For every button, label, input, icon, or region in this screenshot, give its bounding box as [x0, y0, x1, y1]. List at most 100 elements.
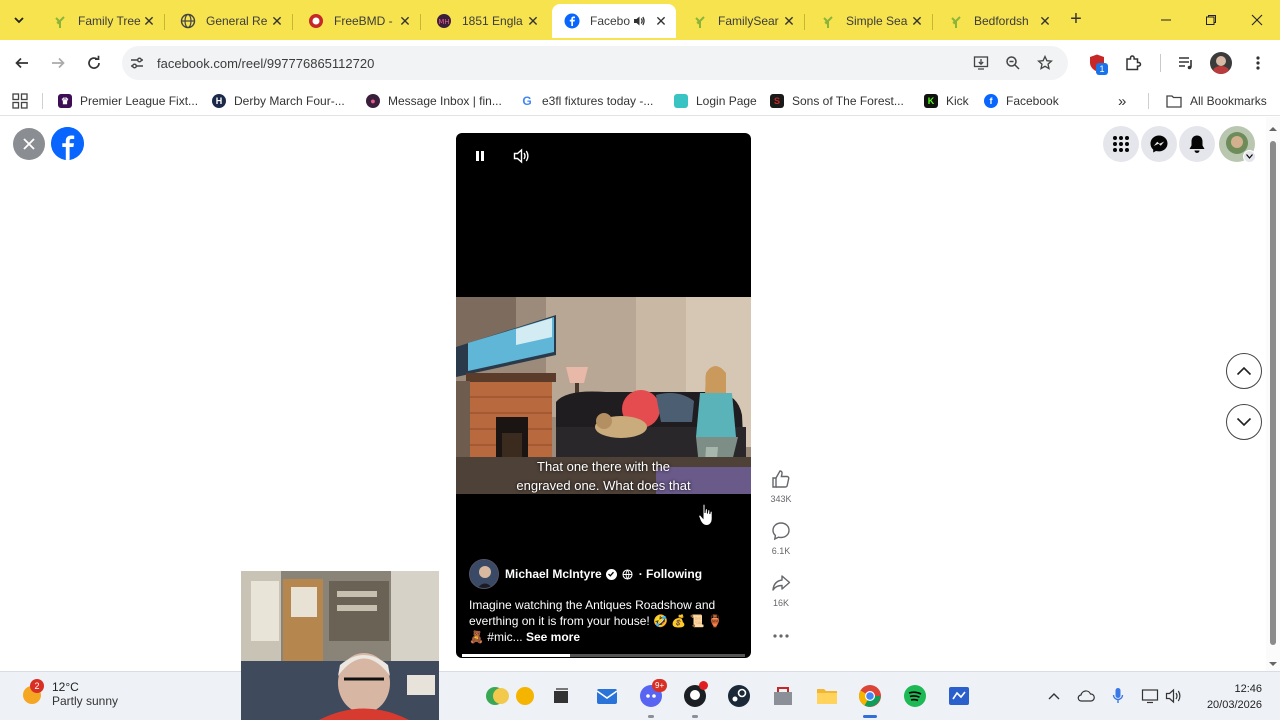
- tab-close-icon[interactable]: ✕: [526, 13, 540, 30]
- all-bookmarks-button[interactable]: All Bookmarks: [1166, 92, 1267, 110]
- messenger-button[interactable]: [1141, 126, 1177, 162]
- more-bookmarks-button[interactable]: »: [1118, 92, 1126, 110]
- following-status[interactable]: · Following: [639, 567, 702, 581]
- tab-close-icon[interactable]: ✕: [782, 13, 796, 30]
- taskbar-color-app[interactable]: [512, 683, 538, 709]
- close-reel-button[interactable]: [13, 128, 45, 160]
- taskbar-spotify[interactable]: [902, 683, 928, 709]
- scroll-thumb[interactable]: [1270, 141, 1276, 645]
- globe-privacy-icon: [622, 568, 633, 580]
- comment-count: 6.1K: [771, 546, 791, 556]
- share-action[interactable]: 16K: [766, 572, 796, 608]
- network-button[interactable]: [1140, 686, 1160, 706]
- microphone-button[interactable]: [1108, 686, 1128, 706]
- menu-button[interactable]: [1103, 126, 1139, 162]
- video-caption: That one there with the engraved one. Wh…: [456, 457, 751, 495]
- video-progress-bar[interactable]: [462, 654, 745, 657]
- more-options-action[interactable]: [766, 625, 796, 651]
- minimize-button[interactable]: [1156, 10, 1176, 30]
- audio-playing-icon[interactable]: [630, 14, 648, 28]
- taskbar-task-view[interactable]: [548, 683, 574, 709]
- reel-video-player[interactable]: That one there with the engraved one. Wh…: [456, 133, 751, 658]
- install-app-icon[interactable]: [972, 54, 990, 72]
- bookmark-e3fl-fixtures[interactable]: G e3fl fixtures today -...: [520, 92, 653, 110]
- tab-separator: [804, 14, 805, 30]
- tab-search-button[interactable]: [8, 9, 30, 31]
- bookmark-facebook[interactable]: f Facebook: [984, 92, 1059, 110]
- notifications-button[interactable]: [1179, 126, 1215, 162]
- scroll-up-icon: [1269, 127, 1277, 131]
- taskbar-github[interactable]: [682, 681, 708, 709]
- new-tab-button[interactable]: +: [1066, 9, 1086, 30]
- forward-button[interactable]: [47, 52, 69, 74]
- profile-button[interactable]: [1210, 52, 1232, 74]
- bookmark-premier-league[interactable]: ♛ Premier League Fixt...: [58, 92, 198, 110]
- weather-widget[interactable]: 2 12°C Partly sunny: [20, 679, 118, 708]
- zoom-icon[interactable]: [1004, 54, 1022, 72]
- extension-shield-button[interactable]: 1: [1086, 52, 1108, 75]
- taskbar-discord[interactable]: 9+: [638, 679, 668, 709]
- author-avatar[interactable]: [469, 559, 499, 589]
- tools-icon: [774, 687, 792, 705]
- tab-close-icon[interactable]: ✕: [142, 13, 156, 30]
- tab-general-register[interactable]: General Re ✕: [168, 6, 293, 36]
- reload-button[interactable]: [83, 52, 105, 74]
- tab-bedfordshire[interactable]: Bedfordsh ✕: [936, 6, 1060, 36]
- bookmark-star-icon[interactable]: [1036, 54, 1054, 72]
- see-more-link[interactable]: See more: [526, 630, 580, 644]
- tab-title: Family Tree: [78, 14, 141, 28]
- comment-action[interactable]: 6.1K: [766, 520, 796, 556]
- address-bar[interactable]: facebook.com/reel/997776865112720: [122, 46, 1068, 80]
- volume-button[interactable]: [1164, 686, 1184, 706]
- bookmark-derby-march[interactable]: H Derby March Four-...: [212, 92, 345, 110]
- media-control-button[interactable]: [1175, 52, 1197, 74]
- show-hidden-icons-button[interactable]: [1044, 686, 1064, 706]
- next-reel-button[interactable]: [1226, 404, 1262, 440]
- tab-close-icon[interactable]: ✕: [398, 13, 412, 30]
- system-clock[interactable]: 12:46 20/03/2026: [1200, 681, 1262, 713]
- taskbar-steam[interactable]: [726, 683, 752, 709]
- taskbar-word-app[interactable]: [946, 683, 972, 709]
- back-button[interactable]: [11, 52, 33, 74]
- bookmark-sons-of-the-forest[interactable]: S Sons of The Forest...: [770, 92, 904, 110]
- onedrive-button[interactable]: [1076, 686, 1096, 706]
- author-name[interactable]: Michael McIntyre: [505, 567, 602, 581]
- like-action[interactable]: 343K: [766, 468, 796, 504]
- taskbar-outlook[interactable]: [594, 683, 620, 709]
- account-avatar[interactable]: [1219, 126, 1256, 163]
- tab-close-icon[interactable]: ✕: [1038, 13, 1052, 30]
- tab-1851-england[interactable]: MH 1851 Engla ✕: [424, 6, 548, 36]
- taskbar-widgets-app[interactable]: [484, 683, 510, 709]
- all-bookmarks-label: All Bookmarks: [1190, 94, 1267, 108]
- tab-close-icon[interactable]: ✕: [270, 13, 284, 30]
- extensions-button[interactable]: [1122, 52, 1144, 74]
- facebook-logo[interactable]: [51, 127, 84, 160]
- page-scrollbar[interactable]: [1266, 117, 1280, 671]
- taskbar-calculator[interactable]: [770, 683, 796, 709]
- facebook-icon: f: [984, 94, 998, 108]
- chrome-menu-button[interactable]: [1247, 52, 1269, 74]
- tab-family-tree[interactable]: Family Tree ✕: [40, 6, 165, 36]
- like-count: 343K: [770, 494, 792, 504]
- previous-reel-button[interactable]: [1226, 353, 1262, 389]
- taskbar-chrome[interactable]: [857, 683, 883, 709]
- facebook-icon: [51, 127, 84, 160]
- apps-button[interactable]: [12, 92, 28, 110]
- taskbar-file-explorer[interactable]: [814, 683, 840, 709]
- site-info-icon[interactable]: [128, 54, 146, 72]
- bookmark-kick[interactable]: K Kick: [924, 92, 969, 110]
- bookmark-label: Facebook: [1006, 94, 1059, 108]
- volume-button[interactable]: [511, 145, 533, 167]
- close-window-button[interactable]: [1247, 10, 1267, 30]
- restore-button[interactable]: [1201, 10, 1221, 30]
- tab-familysearch[interactable]: FamilySear ✕: [680, 6, 805, 36]
- tab-simple-search[interactable]: Simple Sea ✕: [808, 6, 933, 36]
- tab-close-icon[interactable]: ✕: [654, 13, 668, 30]
- tab-facebook[interactable]: Facebo ✕: [552, 4, 676, 38]
- tab-close-icon[interactable]: ✕: [910, 13, 924, 30]
- more-horizontal-icon: [770, 625, 792, 647]
- bookmark-message-inbox[interactable]: ● Message Inbox | fin...: [366, 92, 502, 110]
- bookmark-login-page[interactable]: Login Page: [674, 92, 757, 110]
- pause-button[interactable]: [469, 145, 491, 167]
- tab-freebmd[interactable]: FreeBMD - ✕: [296, 6, 421, 36]
